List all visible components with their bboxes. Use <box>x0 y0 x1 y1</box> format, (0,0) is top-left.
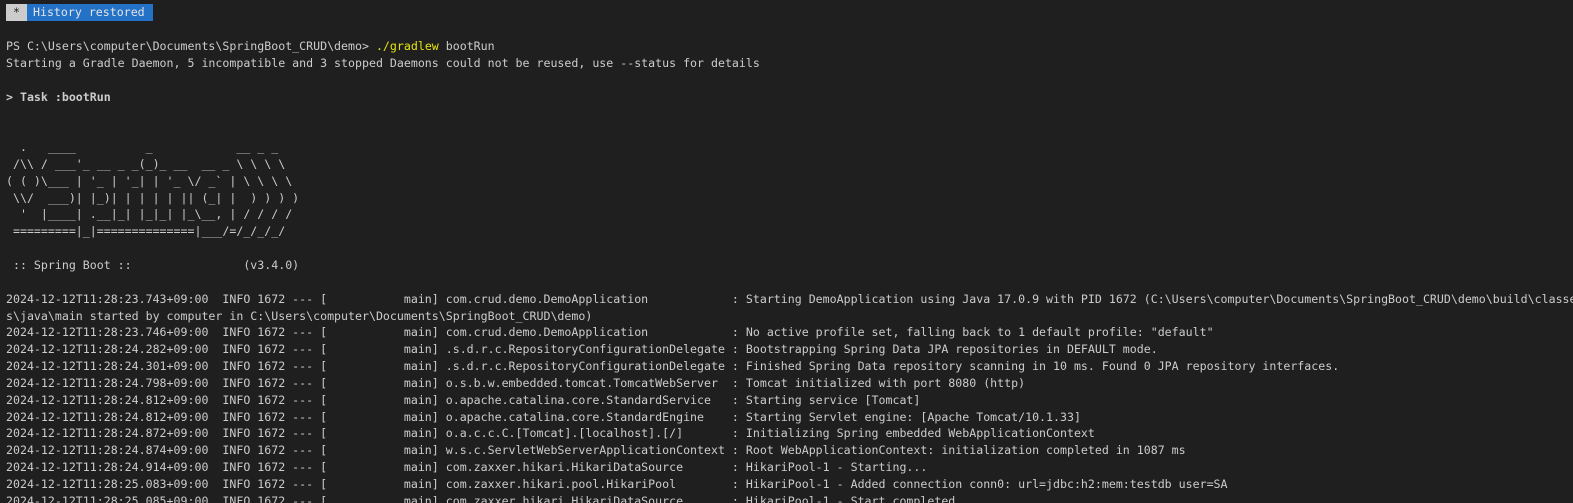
ascii-logo-line: . ____ _ __ _ _ <box>6 140 279 155</box>
prompt-command: ./gradlew <box>375 39 439 53</box>
prompt-path: PS C:\Users\computer\Documents\SpringBoo… <box>6 39 376 53</box>
history-restored-banner: * History restored <box>6 4 153 21</box>
log-line: 2024-12-12T11:28:24.282+09:00 INFO 1672 … <box>6 342 1158 357</box>
log-line: 2024-12-12T11:28:24.812+09:00 INFO 1672 … <box>6 392 921 407</box>
ascii-logo-line: =========|_|==============|___/=/_/_/_/ <box>6 224 286 239</box>
daemon-line: Starting a Gradle Daemon, 5 incompatible… <box>6 55 760 70</box>
terminal-output[interactable]: PS C:\Users\computer\Documents\SpringBoo… <box>6 38 1573 503</box>
spring-boot-version-line: :: Spring Boot :: (v3.4.0) <box>6 257 300 272</box>
ascii-logo-line: ' |____| .__|_| |_|_| |_\__, | / / / / <box>6 207 293 222</box>
log-line: 2024-12-12T11:28:24.301+09:00 INFO 1672 … <box>6 359 1340 374</box>
log-line: 2024-12-12T11:28:25.083+09:00 INFO 1672 … <box>6 476 1228 491</box>
log-line: s\java\main started by computer in C:\Us… <box>6 308 593 323</box>
log-line: 2024-12-12T11:28:25.085+09:00 INFO 1672 … <box>6 493 963 503</box>
log-line: 2024-12-12T11:28:24.872+09:00 INFO 1672 … <box>6 426 1095 441</box>
log-line: 2024-12-12T11:28:24.874+09:00 INFO 1672 … <box>6 443 1186 458</box>
log-line: 2024-12-12T11:28:24.798+09:00 INFO 1672 … <box>6 375 1026 390</box>
task-line: > Task :bootRun <box>6 89 111 104</box>
log-line: 2024-12-12T11:28:23.743+09:00 INFO 1672 … <box>6 291 1573 306</box>
banner-text: History restored <box>26 4 153 21</box>
log-line: 2024-12-12T11:28:23.746+09:00 INFO 1672 … <box>6 325 1214 340</box>
ascii-logo-line: ( ( )\___ | '_ | '_| | '_ \/ _` | \ \ \ … <box>6 173 293 188</box>
ascii-logo-line: /\\ / ___'_ __ _ _(_)_ __ __ _ \ \ \ \ <box>6 156 286 171</box>
log-line: 2024-12-12T11:28:24.914+09:00 INFO 1672 … <box>6 460 928 475</box>
banner-marker: * <box>6 4 27 21</box>
prompt-args: bootRun <box>438 39 495 53</box>
log-line: 2024-12-12T11:28:24.812+09:00 INFO 1672 … <box>6 409 1081 424</box>
terminal-panel[interactable]: * History restored PS C:\Users\computer\D… <box>0 0 1573 503</box>
prompt-line: PS C:\Users\computer\Documents\SpringBoo… <box>6 38 1573 55</box>
ascii-logo-line: \\/ ___)| |_)| | | | | || (_| | ) ) ) ) <box>6 190 300 205</box>
